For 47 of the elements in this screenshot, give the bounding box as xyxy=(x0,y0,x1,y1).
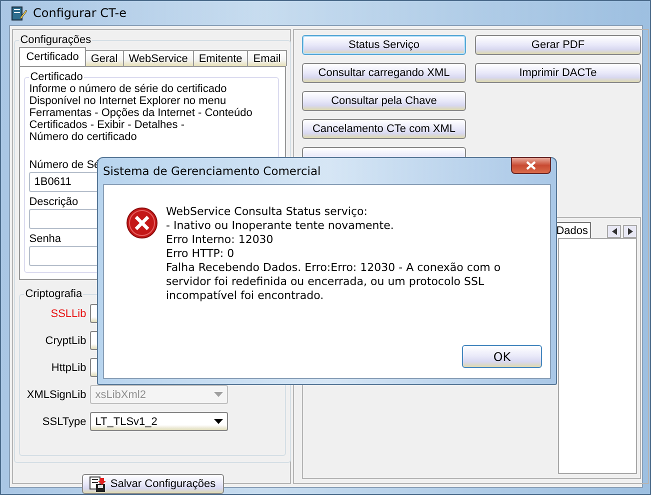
field-label: CryptLib xyxy=(44,334,86,346)
error-message: WebService Consulta Status serviço: xyxy=(166,205,368,219)
field-label: HttpLib xyxy=(50,362,86,374)
tab[interactable]: Email xyxy=(247,50,287,66)
caret-icon xyxy=(214,419,224,424)
caret-icon xyxy=(214,392,224,397)
instruction-text: Certificados - Exibir - Detalhes - xyxy=(29,119,186,131)
group-title: Criptografia xyxy=(24,288,84,300)
window-title: Configurar CT-e xyxy=(33,6,126,20)
field-label: Senha xyxy=(29,233,62,246)
error-message: Falha Recebendo Dados. Erro:Erro: 12030 - A conexão com o servidor foi redefinida ou encerrada, ou um protocolo SSL incompatível foi encontrado. xyxy=(166,261,502,303)
field-label: SSLLib xyxy=(50,308,86,320)
tab[interactable]: WebService xyxy=(122,50,194,66)
field-label: XMLSignLib xyxy=(26,388,86,400)
group-title: Configurações xyxy=(19,34,92,46)
tab[interactable]: Geral xyxy=(84,50,124,66)
field-label: SSLType xyxy=(41,416,86,428)
scroll-right-button[interactable] xyxy=(623,225,637,238)
action-button[interactable]: Consultar pela Chave xyxy=(302,91,466,111)
close-icon xyxy=(526,161,536,170)
group-title: Certificado xyxy=(29,71,84,83)
dialog-title: Sistema de Gerenciamento Comercial xyxy=(103,164,321,178)
instruction-text: Ferramentas - Opções da Internet - Conteúdo xyxy=(29,107,254,119)
save-icon xyxy=(89,476,108,492)
tab[interactable]: Emitente xyxy=(192,50,248,66)
scroll-left-button[interactable] xyxy=(607,225,621,238)
tab[interactable]: Certificado xyxy=(19,47,86,66)
instruction-text: Número do certificado xyxy=(29,131,138,143)
save-button[interactable]: Salvar Configurações xyxy=(82,474,224,494)
field-label: Descrição xyxy=(29,196,78,209)
error-message: - Inativo ou Inoperante tente novamente. xyxy=(166,219,395,233)
dropdown[interactable]: LT_TLSv1_2 xyxy=(90,412,228,431)
action-button[interactable]: Status Serviço xyxy=(302,35,466,55)
instruction-text: Informe o número de série do certificado xyxy=(29,83,228,95)
action-button[interactable]: Consultar carregando XML xyxy=(302,63,466,83)
left-arrow-icon xyxy=(612,228,616,235)
error-icon xyxy=(126,207,158,239)
document-pencil-icon xyxy=(11,5,27,21)
close-button[interactable] xyxy=(511,157,551,174)
action-button[interactable]: Imprimir DACTe xyxy=(475,63,641,83)
action-button[interactable]: Gerar PDF xyxy=(475,35,641,55)
instruction-text: Disponível no Internet Explorer no menu xyxy=(29,95,228,107)
right-arrow-icon xyxy=(628,228,632,235)
ok-button[interactable]: OK xyxy=(462,345,542,368)
error-message: Erro Interno: 12030 xyxy=(166,233,274,247)
error-message: Erro HTTP: 0 xyxy=(166,247,236,261)
action-button[interactable]: Cancelamento CTe com XML xyxy=(302,119,466,139)
